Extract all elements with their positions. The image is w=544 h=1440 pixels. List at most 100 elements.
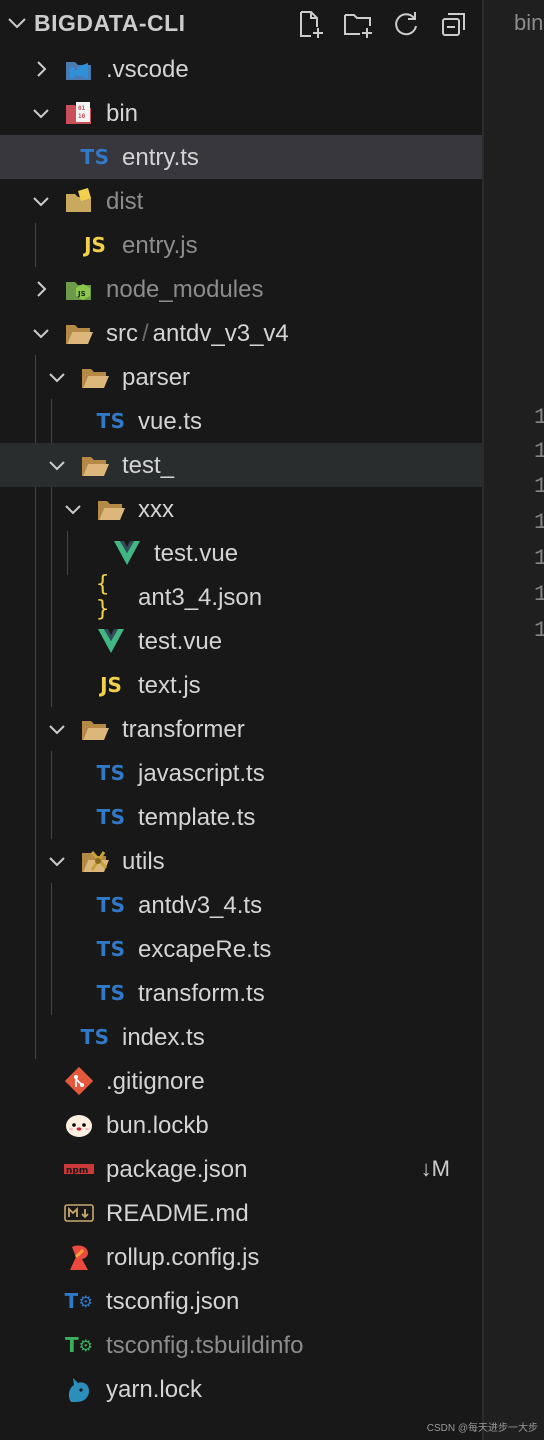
folder-open-icon bbox=[96, 494, 126, 524]
tree-file-tsconfig-tsbuildinfo[interactable]: T ⚙ tsconfig.tsbuildinfo bbox=[0, 1323, 482, 1367]
rollup-icon bbox=[64, 1242, 94, 1272]
folder-segment-src[interactable]: src bbox=[106, 320, 138, 347]
tree-folder-transformer[interactable]: transformer bbox=[0, 707, 482, 751]
tree-label: test_ bbox=[122, 452, 175, 479]
chevron-down-icon bbox=[49, 725, 65, 735]
tree-label: rollup.config.js bbox=[106, 1244, 260, 1271]
tree-file-excapere-ts[interactable]: TS excapeRe.ts bbox=[0, 927, 482, 971]
tree-label: entry.js bbox=[122, 232, 198, 259]
typescript-icon: TS bbox=[80, 1025, 110, 1049]
chevron-down-icon[interactable] bbox=[6, 12, 28, 34]
tree-file-tsconfig-json[interactable]: T ⚙ tsconfig.json bbox=[0, 1279, 482, 1323]
folder-segment-antdv[interactable]: antdv_v3_v4 bbox=[153, 320, 289, 347]
javascript-icon: JS bbox=[84, 233, 106, 257]
yarn-icon bbox=[64, 1374, 94, 1404]
line-number: 1 bbox=[534, 546, 544, 571]
folder-open-icon bbox=[80, 714, 110, 744]
tree-file-text-js[interactable]: JS text.js bbox=[0, 663, 482, 707]
typescript-icon: TS bbox=[96, 981, 126, 1005]
markdown-icon bbox=[64, 1198, 94, 1228]
new-file-icon[interactable] bbox=[294, 8, 326, 40]
tree-label: antdv3_4.ts bbox=[138, 892, 263, 919]
explorer-header: BIGDATA-CLI bbox=[0, 0, 482, 48]
tree-file-bun-lockb[interactable]: bun.lockb bbox=[0, 1103, 482, 1147]
tree-label: .gitignore bbox=[106, 1068, 205, 1095]
chevron-down-icon bbox=[33, 109, 49, 119]
line-number: 1 bbox=[534, 510, 544, 535]
editor-area: bin 1 1 1 1 1 1 1 bbox=[484, 0, 544, 1440]
tree-label: transform.ts bbox=[138, 980, 265, 1007]
line-number: 1 bbox=[534, 618, 544, 643]
tree-file-index-ts[interactable]: TS index.ts bbox=[0, 1015, 482, 1059]
tree-file-entry-js[interactable]: JS entry.js bbox=[0, 223, 482, 267]
svg-text:10: 10 bbox=[78, 113, 86, 120]
tree-folder-parser[interactable]: parser bbox=[0, 355, 482, 399]
typescript-icon: TS bbox=[96, 893, 126, 917]
chevron-down-icon bbox=[33, 197, 49, 207]
tree-label: node_modules bbox=[106, 276, 264, 303]
node-folder-icon: JS bbox=[64, 274, 94, 304]
git-status-badge: ↓M bbox=[420, 1156, 450, 1181]
tsconfig-icon: T ⚙ bbox=[64, 1289, 94, 1313]
tree-file-antdv3-4-ts[interactable]: TS antdv3_4.ts bbox=[0, 883, 482, 927]
tree-folder-dist[interactable]: dist bbox=[0, 179, 482, 223]
tree-file-test-vue[interactable]: test.vue bbox=[0, 619, 482, 663]
tree-label: test.vue bbox=[138, 628, 223, 655]
tree-label: bun.lockb bbox=[106, 1112, 209, 1139]
tree-file-yarn-lock[interactable]: yarn.lock bbox=[0, 1367, 482, 1411]
tree-label: text.js bbox=[138, 672, 201, 699]
vue-icon bbox=[112, 538, 142, 568]
tree-label: test.vue bbox=[154, 540, 239, 567]
tree-label-compact: src / antdv_v3_v4 bbox=[106, 320, 289, 348]
tree-label: parser bbox=[122, 364, 191, 391]
tree-label: bin bbox=[106, 100, 139, 127]
tree-file-template-ts[interactable]: TS template.ts bbox=[0, 795, 482, 839]
tree-file-package-json[interactable]: npm package.json ↓M bbox=[0, 1147, 482, 1191]
utils-folder-icon bbox=[80, 846, 110, 876]
tree-file-vue-ts[interactable]: TS vue.ts bbox=[0, 399, 482, 443]
chevron-right-icon bbox=[37, 61, 47, 77]
tree-file-readme-md[interactable]: README.md bbox=[0, 1191, 482, 1235]
chevron-right-icon bbox=[37, 281, 47, 297]
tree-file-ant3-4-json[interactable]: { } ant3_4.json bbox=[0, 572, 482, 622]
binary-folder-icon: 01 10 bbox=[64, 98, 94, 128]
editor-tab[interactable]: bin bbox=[514, 10, 543, 36]
javascript-icon: JS bbox=[100, 673, 122, 697]
tree-file-transform-ts[interactable]: TS transform.ts bbox=[0, 971, 482, 1015]
typescript-icon: TS bbox=[96, 937, 126, 961]
json-icon: { } bbox=[96, 572, 110, 622]
tree-label: javascript.ts bbox=[138, 760, 265, 787]
tree-folder-vscode[interactable]: .vscode bbox=[0, 47, 482, 91]
tree-file-entry-ts[interactable]: TS entry.ts bbox=[0, 135, 482, 179]
tree-file-javascript-ts[interactable]: TS javascript.ts bbox=[0, 751, 482, 795]
tree-folder-bin[interactable]: 01 10 bin bbox=[0, 91, 482, 135]
explorer-title[interactable]: BIGDATA-CLI bbox=[34, 10, 186, 37]
tree-folder-xxx[interactable]: xxx bbox=[0, 487, 482, 531]
tree-file-test-vue[interactable]: test.vue bbox=[0, 531, 482, 575]
tree-label: .vscode bbox=[106, 56, 189, 83]
dist-folder-icon bbox=[64, 186, 94, 216]
tree-file-rollup-config-js[interactable]: rollup.config.js bbox=[0, 1235, 482, 1279]
tree-label: template.ts bbox=[138, 804, 256, 831]
tree-label: utils bbox=[122, 848, 165, 875]
chevron-down-icon bbox=[49, 461, 65, 471]
svg-text:JS: JS bbox=[77, 290, 86, 298]
tree-label: README.md bbox=[106, 1200, 249, 1227]
npm-icon: npm bbox=[64, 1154, 94, 1184]
tree-folder-node-modules[interactable]: JS node_modules bbox=[0, 267, 482, 311]
tree-label: vue.ts bbox=[138, 408, 203, 435]
explorer-sidebar: BIGDATA-CLI .vscode 01 10 bin TS entry.ts… bbox=[0, 0, 482, 1440]
folder-open-icon bbox=[64, 318, 94, 348]
chevron-down-icon bbox=[65, 505, 81, 515]
line-number: 1 bbox=[534, 439, 544, 464]
collapse-all-icon[interactable] bbox=[438, 8, 470, 40]
tree-label: transformer bbox=[122, 716, 245, 743]
refresh-icon[interactable] bbox=[390, 8, 422, 40]
tree-folder-utils[interactable]: utils bbox=[0, 839, 482, 883]
new-folder-icon[interactable] bbox=[342, 8, 374, 40]
tree-folder-src[interactable]: src / antdv_v3_v4 bbox=[0, 311, 482, 355]
typescript-icon: TS bbox=[96, 805, 126, 829]
tree-folder-test[interactable]: test_ bbox=[0, 443, 482, 487]
tree-file-gitignore[interactable]: .gitignore bbox=[0, 1059, 482, 1103]
chevron-down-icon bbox=[49, 373, 65, 383]
